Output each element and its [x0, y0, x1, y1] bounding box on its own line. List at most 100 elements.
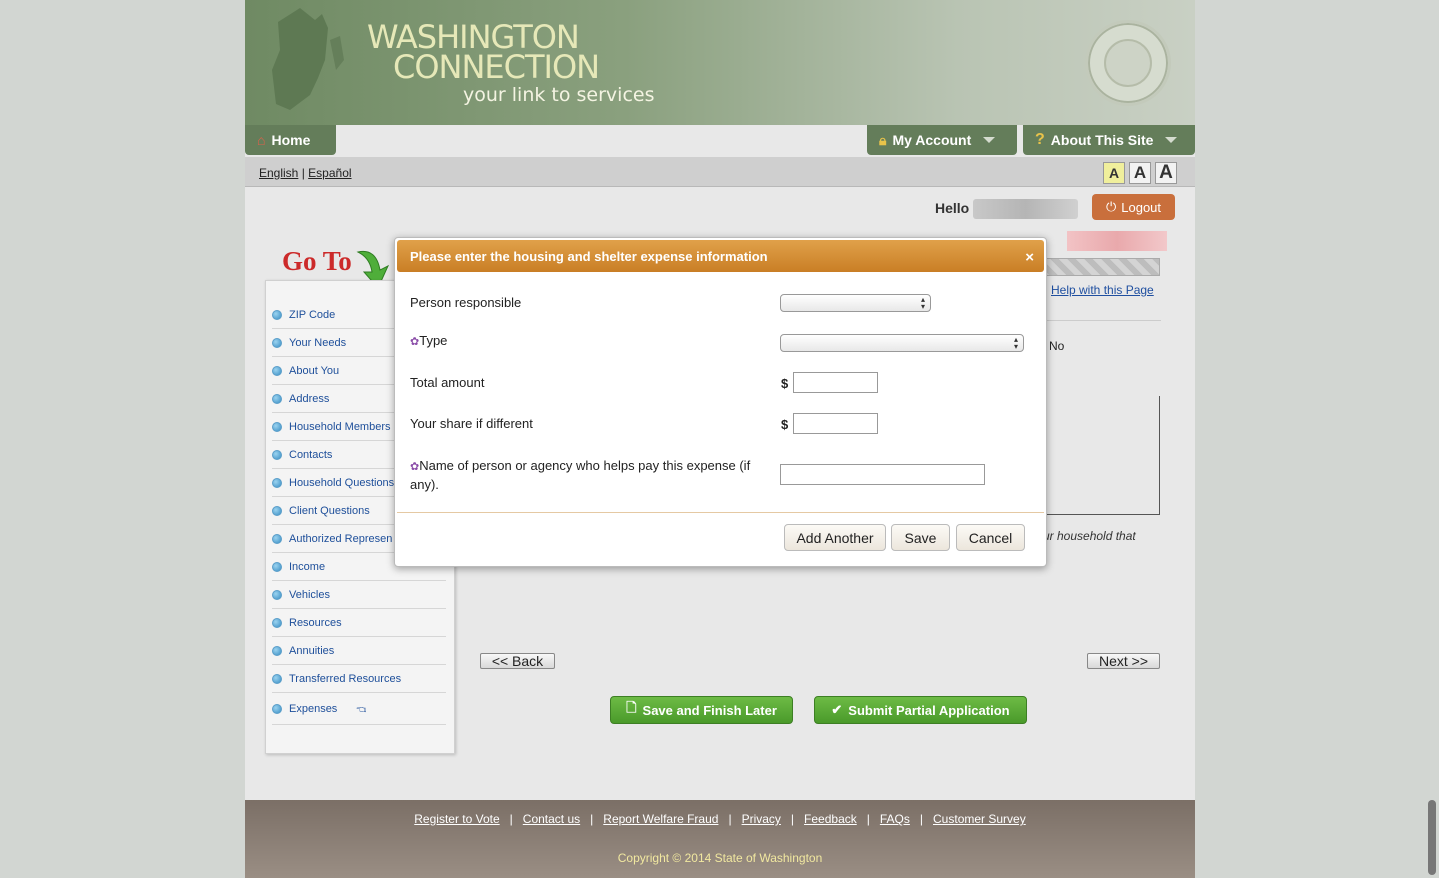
person-responsible-select[interactable]: ▴ ▾ [780, 294, 931, 312]
bullet-icon [272, 365, 282, 376]
copyright-text: Copyright © 2014 State of Washington [617, 851, 823, 865]
chevron-down-icon [983, 137, 996, 143]
footer-link-register-vote[interactable]: Register to Vote [414, 812, 499, 826]
sidebar-item-label: Annuities [289, 644, 335, 657]
sidebar-item-label: Transferred Resources [289, 672, 402, 685]
power-icon: ⏻ [1105, 199, 1117, 214]
logo-tagline: your link to services [463, 84, 655, 106]
site-logo[interactable]: WASHINGTON CONNECTION your link to servi… [367, 21, 655, 106]
save-finish-later-button[interactable]: 🗋︎ Save and Finish Later [610, 696, 793, 724]
bullet-icon [272, 449, 282, 460]
text-size-medium[interactable]: A [1129, 162, 1151, 184]
nav-home-label: Home [271, 132, 311, 148]
site-header: WASHINGTON CONNECTION your link to servi… [245, 0, 1195, 125]
sidebar-item-label: About You [289, 364, 340, 377]
person-responsible-label: Person responsible [410, 295, 522, 310]
cancel-button[interactable]: Cancel [956, 524, 1025, 551]
pointing-hand-icon: 👈︎ [356, 700, 367, 716]
footer-separator: | [919, 812, 924, 826]
next-button[interactable]: Next >> [1087, 653, 1160, 669]
redacted-user-name [973, 199, 1078, 219]
instruction-text: ur household that [1043, 529, 1136, 543]
type-label-row: ✿Type [410, 333, 447, 348]
lang-spanish-link[interactable]: Español [308, 166, 351, 180]
nav-my-account-label: My Account [892, 132, 972, 148]
bullet-icon [272, 421, 282, 432]
logout-button[interactable]: ⏻ Logout [1092, 194, 1175, 220]
sidebar-item-label: Income [289, 560, 326, 573]
sidebar-item-expenses[interactable]: Expenses 👈︎ [272, 693, 446, 725]
text-size-small[interactable]: A [1103, 162, 1125, 184]
required-flower-icon: ✿ [410, 336, 420, 348]
bullet-icon [272, 673, 282, 684]
lang-separator: | [301, 166, 305, 180]
helper-label: Name of person or agency who helps pay t… [410, 458, 751, 492]
bullet-icon [272, 309, 282, 320]
sidebar-item-label: ZIP Code [289, 308, 336, 321]
sidebar-item-label: Vehicles [289, 588, 330, 601]
save-button[interactable]: Save [891, 524, 950, 551]
back-button[interactable]: << Back [480, 653, 555, 669]
home-icon: ⌂ [257, 132, 266, 148]
sidebar-item-label: Resources [289, 616, 342, 629]
submit-partial-button[interactable]: ✔ Submit Partial Application [814, 696, 1027, 724]
logo-line-2: CONNECTION [393, 48, 600, 86]
sidebar-item-label: Address [289, 392, 330, 405]
chevron-down-icon [1165, 137, 1178, 143]
sidebar-item-transferred-resources[interactable]: Transferred Resources [272, 665, 446, 693]
help-with-page-link[interactable]: Help with this Page [1051, 283, 1154, 297]
footer-separator: | [590, 812, 594, 826]
check-icon: ✔ [831, 702, 843, 717]
hello-label: Hello [935, 200, 970, 216]
text-size-controls: A A A [1103, 162, 1177, 184]
sidebar-item-label: Client Questions [289, 504, 370, 517]
goto-title: Go To [282, 246, 352, 276]
nav-my-account[interactable]: 🔒︎ My Account [867, 125, 1017, 155]
radio-no-label: No [1049, 339, 1065, 353]
your-share-input[interactable] [793, 413, 878, 434]
total-amount-label: Total amount [410, 375, 485, 390]
footer-link-feedback[interactable]: Feedback [804, 812, 857, 826]
footer-link-contact[interactable]: Contact us [523, 812, 580, 826]
footer-link-report-fraud[interactable]: Report Welfare Fraud [603, 812, 718, 826]
bullet-icon [272, 393, 282, 404]
page-scrollbar[interactable] [1428, 800, 1436, 875]
sidebar-item-label: Expenses [289, 702, 338, 715]
footer-separator: | [790, 812, 795, 826]
site-footer: Register to Vote | Contact us | Report Welfa… [245, 800, 1195, 878]
language-bar: English | Español A A A [245, 157, 1195, 187]
footer-link-survey[interactable]: Customer Survey [933, 812, 1026, 826]
bullet-icon [272, 645, 282, 656]
bullet-icon [272, 337, 282, 348]
divider [1045, 320, 1161, 321]
add-another-button[interactable]: Add Another [784, 524, 886, 551]
close-icon[interactable]: × [1025, 249, 1034, 266]
text-size-large[interactable]: A [1155, 162, 1177, 184]
sidebar-item-annuities[interactable]: Annuities [272, 637, 446, 665]
logout-label: Logout [1121, 199, 1162, 215]
footer-link-privacy[interactable]: Privacy [742, 812, 781, 826]
sidebar-item-resources[interactable]: Resources [272, 609, 446, 637]
content-box [1035, 396, 1160, 515]
type-label: Type [419, 333, 448, 348]
redacted-tracking-number [1067, 231, 1167, 251]
total-amount-input[interactable] [793, 372, 878, 393]
nav-about-site[interactable]: ? About This Site [1023, 125, 1195, 155]
progress-bar [1040, 258, 1160, 276]
bullet-icon [272, 589, 282, 600]
helper-name-input[interactable] [780, 464, 985, 485]
nav-home[interactable]: ⌂ Home [245, 125, 336, 155]
sidebar-item-label: Household Members [289, 420, 391, 433]
bullet-icon [272, 477, 282, 488]
type-select[interactable]: ▴ ▾ [780, 334, 1024, 352]
dialog-title: Please enter the housing and shelter exp… [410, 248, 768, 264]
sidebar-item-label: Authorized Represen [289, 532, 393, 545]
save-finish-later-label: Save and Finish Later [642, 702, 777, 718]
footer-link-faqs[interactable]: FAQs [880, 812, 910, 826]
lang-english-link[interactable]: English [259, 166, 298, 180]
bullet-icon [272, 617, 282, 628]
footer-links: Register to Vote | Contact us | Report Welfa… [245, 812, 1195, 826]
dollar-sign: $ [781, 376, 789, 391]
sidebar-item-vehicles[interactable]: Vehicles [272, 581, 446, 609]
footer-separator: | [509, 812, 513, 826]
